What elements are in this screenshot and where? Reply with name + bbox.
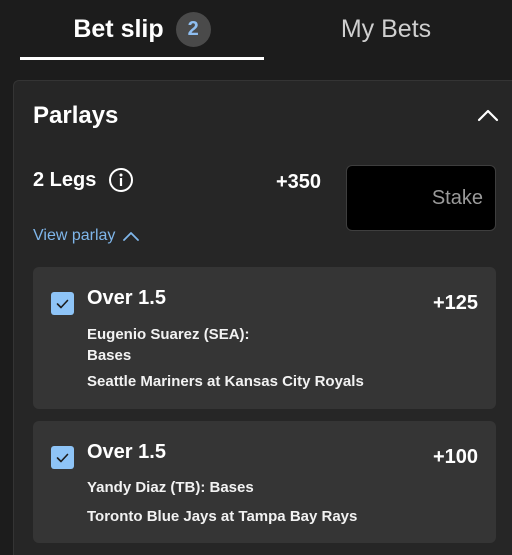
leg-selection: Eugenio Suarez (SEA): Bases	[87, 326, 250, 364]
parlay-leg: Over 1.5 +100 Yandy Diaz (TB): Bases Tor…	[33, 421, 496, 543]
leg-selection: Yandy Diaz (TB): Bases	[87, 479, 254, 496]
active-tab-indicator	[20, 57, 264, 60]
leg-checkbox[interactable]	[51, 292, 74, 315]
tab-bet-slip[interactable]: Bet slip 2	[20, 0, 264, 58]
view-parlay-label: View parlay	[33, 227, 116, 244]
parlay-title: Parlays	[33, 102, 119, 129]
checkmark-icon	[56, 299, 69, 308]
chevron-up-icon	[477, 109, 499, 122]
tab-my-bets[interactable]: My Bets	[264, 0, 508, 58]
leg-market: Over 1.5	[87, 441, 166, 463]
leg-odds: +125	[432, 292, 478, 314]
leg-market: Over 1.5	[87, 287, 166, 309]
parlay-odds: +350	[276, 171, 322, 193]
legs-count-label: 2 Legs	[33, 168, 97, 191]
collapse-parlays-button[interactable]	[474, 103, 502, 127]
leg-odds: +100	[432, 446, 478, 468]
chevron-up-icon	[123, 231, 140, 241]
bet-count-badge: 2	[175, 11, 211, 47]
legs-count-row: 2 Legs	[33, 167, 134, 193]
bet-tabs: Bet slip 2 My Bets	[0, 0, 512, 62]
parlay-card: Parlays 2 Legs +350 View parlay	[13, 80, 512, 555]
leg-event: Seattle Mariners at Kansas City Royals	[87, 373, 364, 390]
info-icon	[109, 168, 134, 192]
view-parlay-toggle[interactable]: View parlay	[33, 227, 140, 245]
tab-my-bets-label: My Bets	[340, 14, 432, 43]
stake-input[interactable]	[346, 165, 496, 231]
tab-bet-slip-label: Bet slip	[73, 14, 164, 43]
leg-checkbox[interactable]	[51, 446, 74, 469]
checkmark-icon	[56, 453, 69, 462]
info-button[interactable]	[108, 167, 134, 193]
parlay-leg: Over 1.5 +125 Eugenio Suarez (SEA): Base…	[33, 267, 496, 409]
leg-event: Toronto Blue Jays at Tampa Bay Rays	[87, 508, 358, 525]
